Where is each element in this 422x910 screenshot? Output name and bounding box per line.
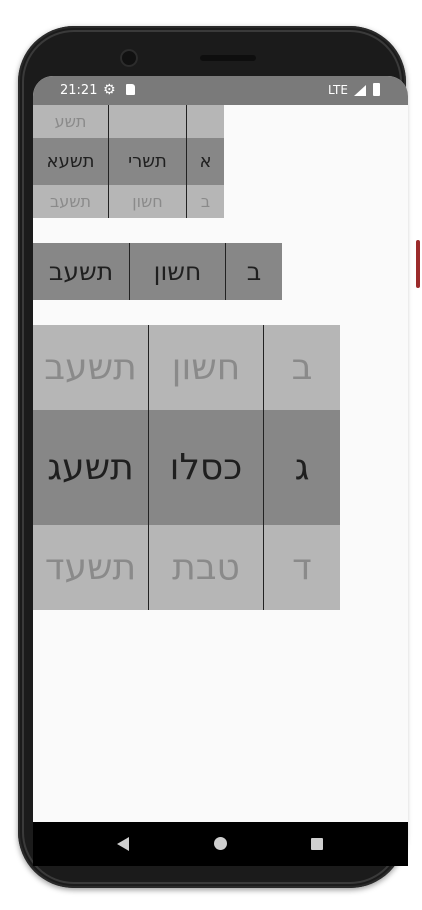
network-type: LTE	[328, 83, 348, 97]
year-selected[interactable]: תשעג	[33, 410, 148, 525]
day-below[interactable]: ב	[187, 185, 224, 218]
recents-icon[interactable]	[311, 838, 323, 850]
hebrew-date-picker-medium[interactable]: ב חשון תשעב	[33, 243, 282, 300]
day-wheel[interactable]: ב ג ד	[263, 325, 340, 610]
front-camera	[120, 49, 138, 67]
month-below[interactable]: טבת	[149, 525, 263, 610]
hebrew-date-picker-large[interactable]: ב ג ד חשון כסלו טבת תשעב תשעג תשעד	[33, 325, 340, 610]
settings-icon: ⚙	[103, 82, 116, 98]
status-time: 21:21	[60, 83, 98, 98]
home-icon[interactable]	[214, 837, 227, 850]
month-selected[interactable]: תשרי	[109, 138, 186, 185]
screen: 21:21 ⚙ LTE א ב תשרי חשון תשע תשעא תשעב …	[33, 76, 408, 852]
status-bar: 21:21 ⚙ LTE	[33, 76, 408, 105]
day-above[interactable]: ב	[264, 325, 340, 410]
year-above[interactable]: תשעב	[33, 325, 148, 410]
day-above[interactable]	[187, 105, 224, 138]
month-wheel[interactable]: חשון	[129, 243, 225, 300]
day-wheel[interactable]: א ב	[186, 105, 224, 218]
day-selected[interactable]: א	[187, 138, 224, 185]
year-selected[interactable]: תשעא	[33, 138, 108, 185]
year-below[interactable]: תשעד	[33, 525, 148, 610]
year-wheel[interactable]: תשעב	[33, 243, 129, 300]
power-button	[416, 240, 420, 288]
hebrew-date-picker-small[interactable]: א ב תשרי חשון תשע תשעא תשעב	[33, 105, 224, 218]
back-icon[interactable]	[117, 837, 129, 851]
navigation-bar	[33, 822, 408, 866]
day-selected[interactable]: ב	[226, 243, 282, 300]
month-selected[interactable]: כסלו	[149, 410, 263, 525]
year-below[interactable]: תשעב	[33, 185, 108, 218]
sd-card-icon	[126, 84, 135, 95]
signal-icon	[354, 85, 366, 96]
day-below[interactable]: ד	[264, 525, 340, 610]
year-selected[interactable]: תשעב	[33, 243, 129, 300]
day-wheel[interactable]: ב	[225, 243, 282, 300]
month-below[interactable]: חשון	[109, 185, 186, 218]
month-above[interactable]	[109, 105, 186, 138]
battery-icon	[373, 83, 380, 96]
month-selected[interactable]: חשון	[130, 243, 225, 300]
month-wheel[interactable]: תשרי חשון	[108, 105, 186, 218]
year-wheel[interactable]: תשע תשעא תשעב	[33, 105, 108, 218]
month-above[interactable]: חשון	[149, 325, 263, 410]
month-wheel[interactable]: חשון כסלו טבת	[148, 325, 263, 610]
earpiece-speaker	[200, 55, 256, 61]
year-wheel[interactable]: תשעב תשעג תשעד	[33, 325, 148, 610]
year-above[interactable]: תשע	[33, 105, 108, 138]
day-selected[interactable]: ג	[264, 410, 340, 525]
